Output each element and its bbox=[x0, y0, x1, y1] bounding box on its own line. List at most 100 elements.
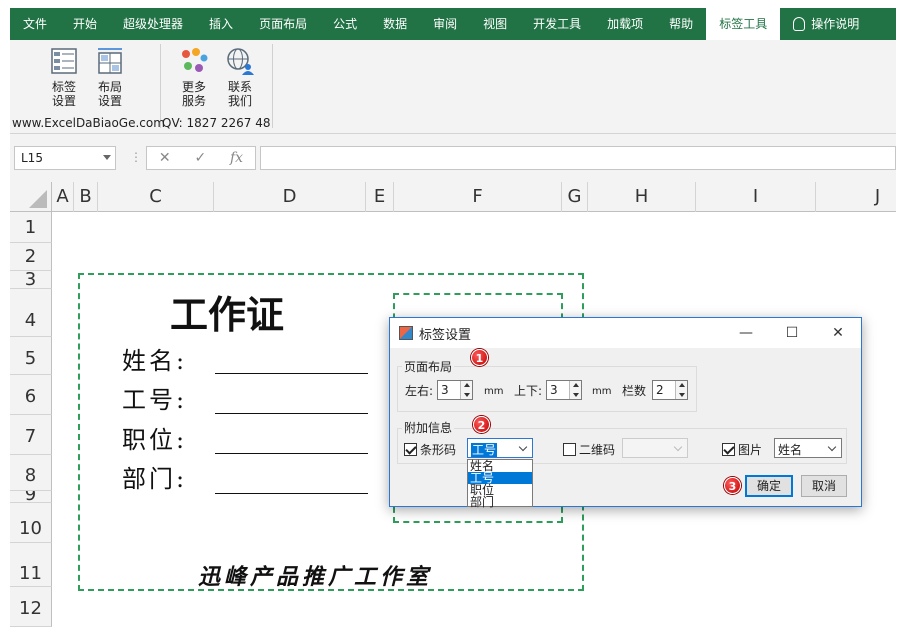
chevron-down-icon[interactable] bbox=[103, 155, 111, 160]
row-header-7[interactable]: 7 bbox=[10, 415, 52, 455]
columns-spinner[interactable]: 2 bbox=[652, 380, 688, 400]
card-field-line bbox=[215, 373, 368, 374]
chevron-down-icon[interactable] bbox=[825, 439, 841, 457]
column-header-c[interactable]: C bbox=[98, 182, 214, 212]
column-header-g[interactable]: G bbox=[562, 182, 588, 212]
left-right-unit: mm bbox=[484, 386, 504, 397]
label-settings-button[interactable]: 标签 设置 bbox=[44, 44, 84, 108]
formula-bar: L15 ⋮ ✕ ✓ fx bbox=[10, 134, 896, 182]
select-all-button[interactable] bbox=[10, 182, 52, 212]
row-header-6[interactable]: 6 bbox=[10, 375, 52, 415]
tab-page-layout[interactable]: 页面布局 bbox=[246, 8, 320, 40]
barcode-checkbox[interactable] bbox=[404, 443, 417, 456]
left-right-label: 左右: bbox=[405, 384, 434, 398]
ribbon-footer-site: www.ExcelDaBiaoGe.com bbox=[12, 116, 165, 130]
more-services-icon bbox=[179, 46, 209, 76]
card-field-line bbox=[215, 413, 368, 414]
tab-developer[interactable]: 开发工具 bbox=[520, 8, 594, 40]
layout-settings-button[interactable]: 布局 设置 bbox=[90, 44, 130, 108]
step-badge-2: 2 bbox=[473, 416, 490, 433]
column-header-h[interactable]: H bbox=[588, 182, 696, 212]
row-header-10[interactable]: 10 bbox=[10, 503, 52, 543]
ribbon-footer-qq: QV: 1827 2267 48 bbox=[162, 116, 271, 130]
formula-bar-splitter[interactable]: ⋮ bbox=[130, 150, 142, 164]
chevron-down-icon[interactable] bbox=[516, 439, 532, 457]
tab-insert[interactable]: 插入 bbox=[196, 8, 246, 40]
image-field-value: 姓名 bbox=[778, 443, 803, 457]
page-layout-group-label: 页面布局 bbox=[402, 358, 455, 375]
row-header-1[interactable]: 1 bbox=[10, 212, 52, 243]
maximize-icon[interactable]: ☐ bbox=[769, 318, 815, 348]
row-header-9[interactable]: 9 bbox=[10, 491, 52, 503]
ok-button[interactable]: 确定 bbox=[745, 475, 793, 497]
tab-label-tools[interactable]: 标签工具 bbox=[706, 8, 781, 40]
step-badge-1: 1 bbox=[471, 349, 488, 366]
row-header-4[interactable]: 4 bbox=[10, 289, 52, 337]
dialog-title-bar[interactable]: 标签设置 — ☐ ✕ bbox=[390, 318, 861, 348]
tab-formulas[interactable]: 公式 bbox=[320, 8, 370, 40]
more-services-button[interactable]: 更多 服务 bbox=[174, 44, 214, 108]
tab-home[interactable]: 开始 bbox=[60, 8, 110, 40]
spinner-arrows-icon[interactable] bbox=[675, 381, 687, 399]
row-header-12[interactable]: 12 bbox=[10, 587, 52, 627]
cancel-formula-button[interactable]: ✕ bbox=[159, 150, 171, 166]
formula-input[interactable] bbox=[260, 146, 896, 170]
column-header-b[interactable]: B bbox=[74, 182, 98, 212]
image-checkbox[interactable] bbox=[722, 443, 735, 456]
barcode-field-select[interactable]: 工号 bbox=[467, 438, 533, 458]
step-badge-3: 3 bbox=[724, 477, 741, 494]
column-header-e[interactable]: E bbox=[366, 182, 394, 212]
close-icon[interactable]: ✕ bbox=[815, 318, 861, 348]
card-field-line bbox=[215, 493, 368, 494]
enter-formula-button[interactable]: ✓ bbox=[194, 150, 206, 166]
tab-addins[interactable]: 加载项 bbox=[594, 8, 656, 40]
card-field-position: 职位: bbox=[122, 426, 188, 454]
barcode-label: 条形码 bbox=[420, 443, 457, 457]
dropdown-option[interactable]: 部门 bbox=[468, 496, 532, 508]
extra-info-group-label: 附加信息 bbox=[402, 419, 455, 436]
column-header-f[interactable]: F bbox=[394, 182, 562, 212]
row-header-2[interactable]: 2 bbox=[10, 243, 52, 271]
tab-data[interactable]: 数据 bbox=[370, 8, 420, 40]
up-down-unit: mm bbox=[592, 386, 612, 397]
name-box[interactable]: L15 bbox=[14, 146, 116, 170]
chevron-down-icon bbox=[671, 439, 687, 457]
row-header-8[interactable]: 8 bbox=[10, 455, 52, 491]
ribbon-group-services: 更多 服务 联系 我们 bbox=[174, 44, 260, 108]
column-header-j[interactable]: J bbox=[816, 182, 906, 212]
tab-view[interactable]: 视图 bbox=[470, 8, 520, 40]
tab-review[interactable]: 审阅 bbox=[420, 8, 470, 40]
tab-file[interactable]: 文件 bbox=[10, 8, 60, 40]
ribbon-group-settings: 标签 设置 布局 设置 bbox=[44, 44, 130, 108]
qrcode-field-select[interactable] bbox=[622, 438, 688, 458]
column-header-i[interactable]: I bbox=[696, 182, 816, 212]
cancel-button[interactable]: 取消 bbox=[801, 475, 847, 497]
up-down-spinner[interactable]: 3 bbox=[546, 380, 582, 400]
label-settings-label: 标签 设置 bbox=[51, 80, 76, 108]
tab-super-processor[interactable]: 超级处理器 bbox=[110, 8, 196, 40]
ribbon-tab-bar: 文件 开始 超级处理器 插入 页面布局 公式 数据 审阅 视图 开发工具 加载项… bbox=[10, 8, 896, 40]
contact-us-icon bbox=[225, 46, 255, 76]
card-field-id: 工号: bbox=[122, 386, 188, 414]
column-header-d[interactable]: D bbox=[214, 182, 366, 212]
tab-help[interactable]: 帮助 bbox=[656, 8, 706, 40]
row-header-5[interactable]: 5 bbox=[10, 337, 52, 375]
image-label: 图片 bbox=[738, 443, 763, 457]
minimize-icon[interactable]: — bbox=[723, 318, 769, 348]
insert-function-button[interactable]: fx bbox=[230, 150, 243, 166]
barcode-field-value: 工号 bbox=[471, 443, 498, 457]
left-right-spinner[interactable]: 3 bbox=[437, 380, 473, 400]
contact-us-button[interactable]: 联系 我们 bbox=[220, 44, 260, 108]
row-header-3[interactable]: 3 bbox=[10, 271, 52, 289]
spinner-arrows-icon[interactable] bbox=[460, 381, 472, 399]
tab-tell-me[interactable]: 操作说明 bbox=[780, 8, 872, 40]
qrcode-checkbox[interactable] bbox=[563, 443, 576, 456]
label-settings-icon bbox=[49, 46, 79, 76]
window-controls: — ☐ ✕ bbox=[723, 318, 861, 348]
image-field-select[interactable]: 姓名 bbox=[774, 438, 842, 458]
row-header-11[interactable]: 11 bbox=[10, 543, 52, 587]
column-header-a[interactable]: A bbox=[52, 182, 74, 212]
column-headers: A B C D E F G H I J bbox=[10, 182, 896, 212]
columns-label: 栏数 bbox=[622, 384, 647, 398]
spinner-arrows-icon[interactable] bbox=[569, 381, 581, 399]
